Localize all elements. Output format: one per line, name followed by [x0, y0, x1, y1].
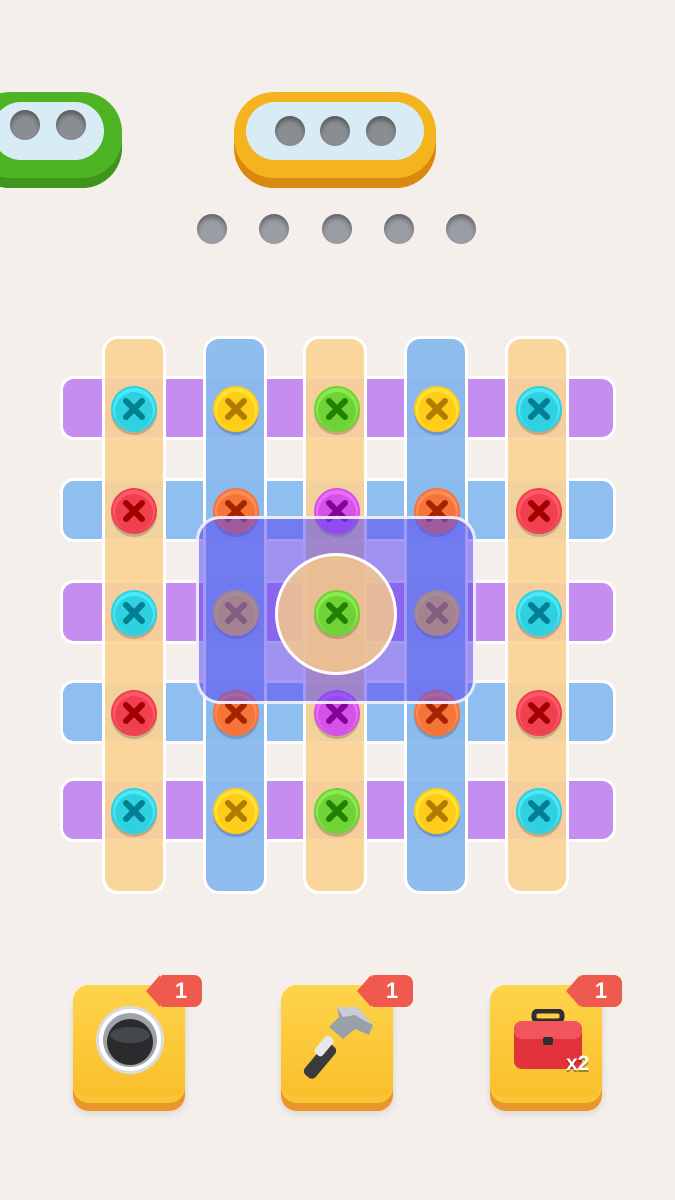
screw[interactable]	[314, 590, 360, 636]
toolbox-multiplier: x2	[566, 1052, 590, 1075]
screw[interactable]	[516, 690, 562, 736]
tool-count-badge: 1	[566, 975, 622, 1007]
hammer-icon	[299, 999, 379, 1079]
screw[interactable]	[414, 386, 460, 432]
screw[interactable]	[111, 788, 157, 834]
box-hole	[320, 116, 350, 146]
box-hole	[275, 116, 305, 146]
pending-slot	[197, 214, 227, 244]
screw[interactable]	[314, 386, 360, 432]
screw[interactable]	[111, 386, 157, 432]
hammer-tool-button[interactable]: 1	[281, 975, 413, 1103]
box-hole	[366, 116, 396, 146]
pending-slot	[259, 214, 289, 244]
tool-count-badge: 1	[146, 975, 202, 1007]
toolbox-tool-button[interactable]: x2 1	[490, 975, 622, 1103]
pending-slot	[384, 214, 414, 244]
pending-slot	[322, 214, 352, 244]
yellow-screw-box[interactable]	[234, 92, 436, 188]
screw[interactable]	[414, 788, 460, 834]
screw[interactable]	[111, 690, 157, 736]
screw[interactable]	[516, 788, 562, 834]
tool-count-badge: 1	[357, 975, 413, 1007]
screw[interactable]	[516, 590, 562, 636]
box-hole	[10, 110, 40, 140]
screw[interactable]	[314, 788, 360, 834]
screw[interactable]	[213, 788, 259, 834]
screw[interactable]	[111, 590, 157, 636]
screw[interactable]	[213, 386, 259, 432]
pending-slot	[446, 214, 476, 244]
screw[interactable]	[516, 386, 562, 432]
screw[interactable]	[516, 488, 562, 534]
hole-tool-button[interactable]: 1	[73, 975, 202, 1103]
hole-icon	[95, 1005, 165, 1075]
screw[interactable]	[111, 488, 157, 534]
green-screw-box[interactable]	[0, 92, 122, 188]
box-hole	[56, 110, 86, 140]
